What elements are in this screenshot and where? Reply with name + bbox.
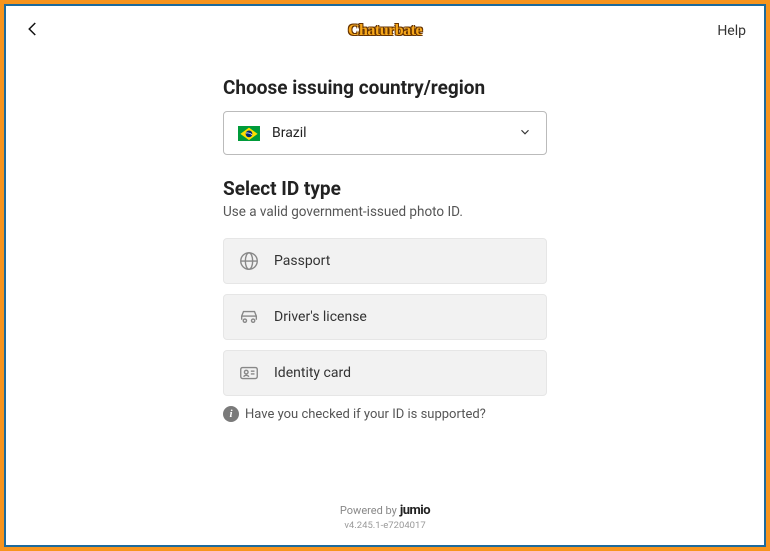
brand-logo-text: Chaturbate [348, 22, 422, 39]
car-icon [238, 306, 260, 328]
supported-id-hint[interactable]: i Have you checked if your ID is support… [223, 406, 547, 422]
option-identity-card-label: Identity card [274, 365, 351, 381]
country-heading: Choose issuing country/region [223, 76, 547, 99]
jumio-brand: jumio [400, 503, 430, 518]
brand-logo: Chaturbate [348, 20, 422, 40]
info-icon: i [223, 406, 239, 422]
id-type-heading: Select ID type [223, 177, 547, 200]
option-identity-card[interactable]: Identity card [223, 350, 547, 396]
option-passport-label: Passport [274, 253, 330, 269]
option-drivers-license[interactable]: Driver's license [223, 294, 547, 340]
country-selected-label: Brazil [272, 125, 518, 141]
option-passport[interactable]: Passport [223, 238, 547, 284]
brazil-flag-icon [238, 126, 260, 141]
supported-id-hint-text: Have you checked if your ID is supported… [245, 407, 486, 422]
id-card-icon [238, 362, 260, 384]
version-label: v4.245.1-e7204017 [6, 520, 764, 531]
footer: Powered by jumio v4.245.1-e7204017 [6, 493, 764, 545]
id-type-subtitle: Use a valid government-issued photo ID. [223, 204, 547, 220]
header: Chaturbate Help [6, 6, 764, 56]
globe-icon [238, 250, 260, 272]
option-drivers-license-label: Driver's license [274, 309, 367, 325]
chevron-down-icon [518, 124, 532, 143]
back-button[interactable] [24, 20, 42, 42]
country-select[interactable]: Brazil [223, 111, 547, 155]
main-content: Choose issuing country/region Brazil [6, 56, 764, 493]
powered-by-label: Powered by [340, 504, 397, 517]
help-link[interactable]: Help [717, 23, 746, 39]
chevron-left-icon [24, 20, 42, 42]
